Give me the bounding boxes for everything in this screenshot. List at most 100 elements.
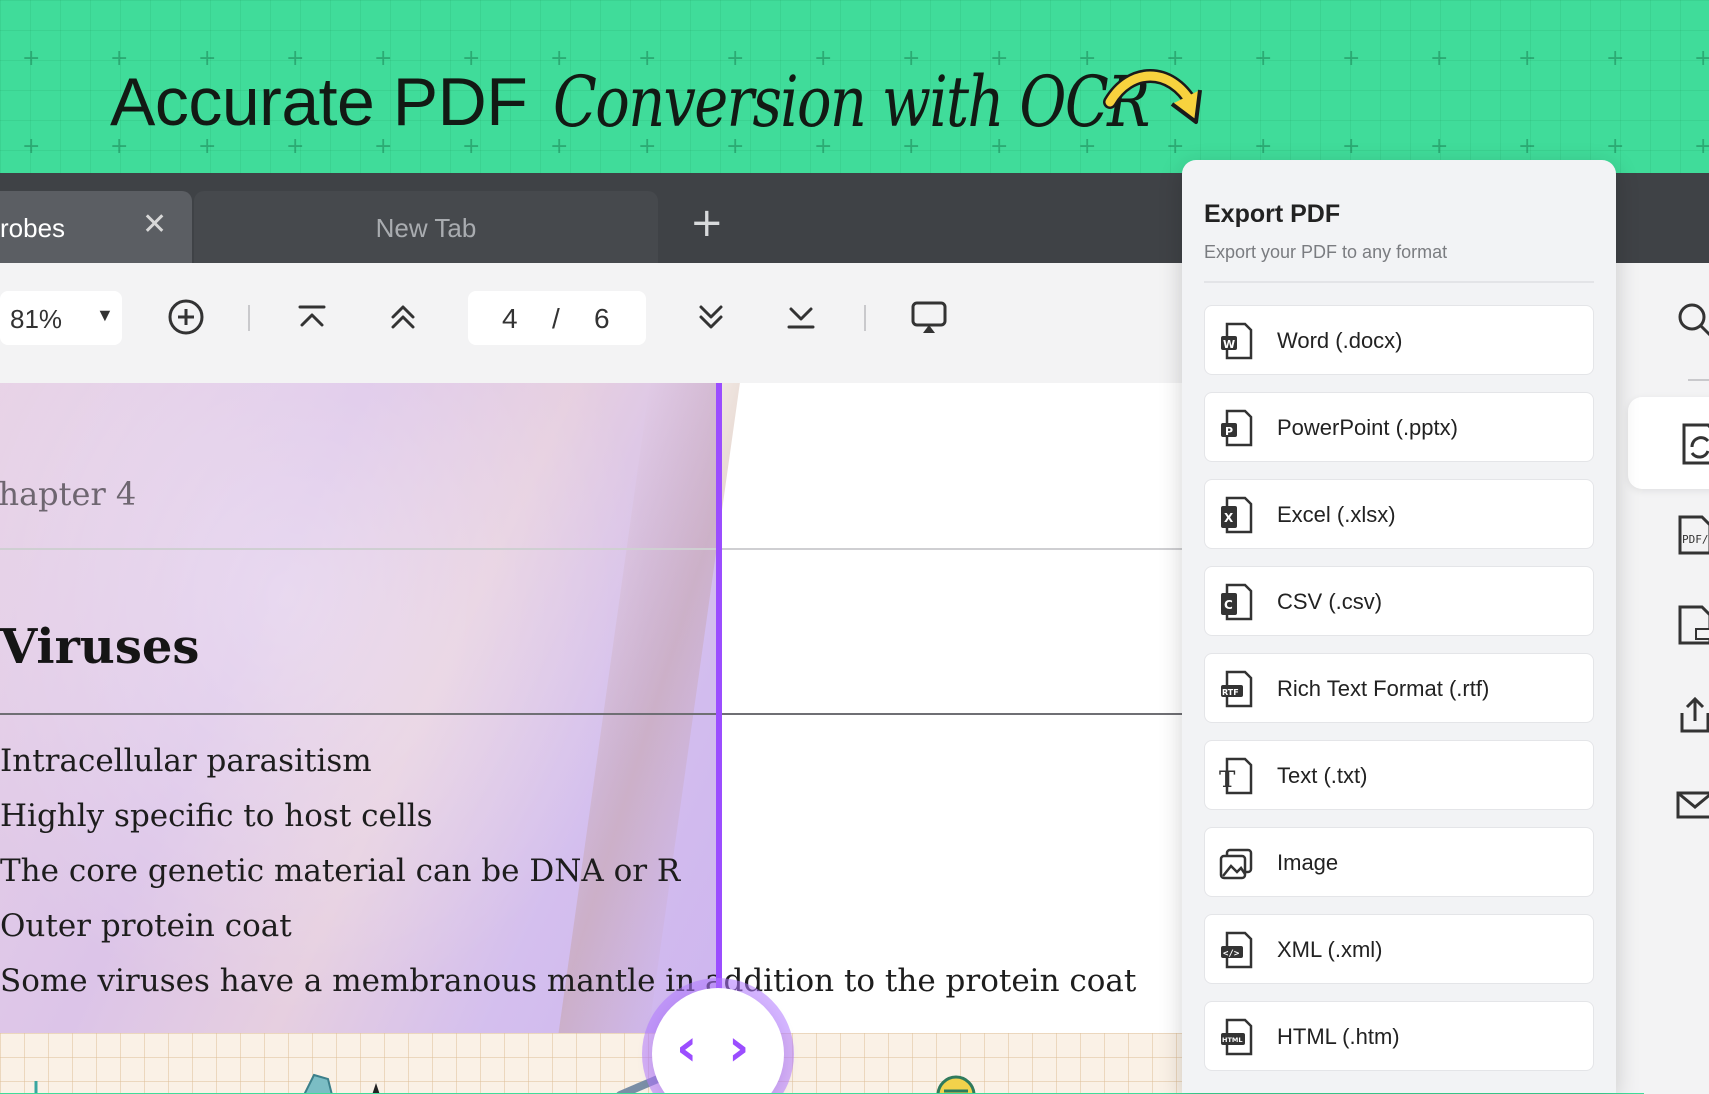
- first-page-icon[interactable]: [290, 295, 334, 339]
- export-option-label: Image: [1277, 850, 1339, 875]
- export-option-label: Text (.txt): [1277, 763, 1368, 788]
- svg-text:W: W: [1223, 338, 1235, 351]
- bullet-line: Some viruses have a membranous mantle in…: [0, 963, 1137, 999]
- add-tab-button[interactable]: +: [690, 203, 724, 243]
- grid-plus-mark: +: [1342, 46, 1361, 71]
- export-option-rtf[interactable]: RTF Rich Text Format (.rtf): [1204, 653, 1594, 723]
- headline-script: Conversion with OCR: [553, 61, 1150, 143]
- caret-down-icon: ▼: [96, 305, 114, 325]
- headline-main: Accurate PDF: [110, 64, 528, 140]
- zoom-value: 81%: [10, 304, 63, 334]
- panel-divider: [1204, 281, 1594, 283]
- pdfa-icon[interactable]: PDF/: [1674, 515, 1709, 555]
- previous-page-icon[interactable]: [381, 295, 425, 339]
- chapter-rule: [0, 548, 1200, 550]
- export-option-label: XML (.xml): [1277, 937, 1383, 962]
- xml-file-icon: </>: [1221, 931, 1253, 969]
- export-option-powerpoint[interactable]: P PowerPoint (.pptx): [1204, 392, 1594, 462]
- export-option-csv[interactable]: C CSV (.csv): [1204, 566, 1594, 636]
- svg-text:C: C: [1224, 598, 1233, 612]
- svg-text:</>: </>: [1223, 949, 1240, 959]
- sidebar-divider: [1688, 379, 1709, 381]
- grid-plus-mark: +: [1518, 134, 1537, 159]
- tab-label: New Tab: [375, 213, 477, 243]
- curved-arrow-icon: [1103, 69, 1202, 124]
- svg-text:P: P: [1225, 425, 1233, 438]
- svg-text:HTML: HTML: [1222, 1036, 1242, 1044]
- grid-plus-mark: +: [1430, 134, 1449, 159]
- grid-plus-mark: +: [1694, 134, 1709, 159]
- chevron-left-icon: ‹: [676, 1018, 698, 1078]
- toolbar-divider: [248, 305, 250, 331]
- rtf-file-icon: RTF: [1221, 670, 1253, 708]
- current-page: 4: [502, 303, 518, 334]
- viewer-toolbar: 81% ▼ 4 / 6: [0, 263, 1200, 383]
- export-option-label: CSV (.csv): [1277, 589, 1383, 614]
- document-viewer: Chapter 4 Viruses Intracellular parasiti…: [0, 383, 1200, 1093]
- last-page-icon[interactable]: [779, 295, 823, 339]
- document-title: Viruses: [0, 619, 200, 675]
- share-icon[interactable]: [1674, 695, 1709, 735]
- chapter-label: Chapter 4: [0, 475, 137, 513]
- panel-title: Export PDF: [1204, 200, 1341, 228]
- export-pdf-panel: Export PDF Export your PDF to any format…: [1182, 160, 1616, 1093]
- page-separator: /: [552, 303, 560, 334]
- illustration-strip: [0, 1033, 1200, 1093]
- search-icon[interactable]: [1674, 299, 1709, 339]
- export-option-html[interactable]: HTML HTML (.htm): [1204, 1001, 1594, 1071]
- export-option-text[interactable]: T Text (.txt): [1204, 740, 1594, 810]
- promo-banner: + + + + + + + + + + + + + + + + + + + + + + + + + + + + + + + + + + + + + + + +…: [0, 0, 1709, 175]
- bullet-line: The core genetic material can be DNA or …: [0, 853, 681, 889]
- html-file-icon: HTML: [1221, 1018, 1253, 1056]
- cell-illustration: [34, 1069, 976, 1093]
- export-option-label: Rich Text Format (.rtf): [1277, 676, 1490, 701]
- export-option-label: HTML (.htm): [1277, 1024, 1400, 1049]
- word-file-icon: W: [1221, 322, 1253, 360]
- image-file-icon: [1219, 848, 1253, 880]
- presentation-icon[interactable]: [907, 295, 951, 339]
- email-icon[interactable]: [1674, 785, 1709, 825]
- right-tool-sidebar: PDF/: [1628, 263, 1709, 1094]
- protect-icon[interactable]: [1674, 605, 1709, 645]
- export-option-label: Word (.docx): [1277, 328, 1403, 353]
- grid-plus-mark: +: [1606, 134, 1625, 159]
- csv-file-icon: C: [1221, 583, 1253, 621]
- bullet-line: Intracellular parasitism: [0, 743, 372, 779]
- grid-plus-mark: +: [1518, 46, 1537, 71]
- svg-text:T: T: [1219, 767, 1236, 793]
- svg-text:PDF/: PDF/: [1682, 533, 1709, 546]
- total-pages: 6: [594, 303, 610, 334]
- grid-plus-mark: +: [1342, 134, 1361, 159]
- text-file-icon: T: [1219, 757, 1253, 795]
- bullet-line: Highly specific to host cells: [0, 798, 433, 834]
- close-icon[interactable]: ✕: [142, 207, 167, 242]
- zoom-select[interactable]: 81% ▼: [0, 291, 122, 345]
- tab-label: robes: [0, 213, 66, 243]
- tab-new-tab[interactable]: New Tab: [194, 191, 658, 263]
- excel-file-icon: X: [1221, 496, 1253, 534]
- convert-icon[interactable]: [1678, 421, 1709, 467]
- zoom-in-icon[interactable]: [164, 295, 208, 339]
- bullet-line: Outer protein coat: [0, 908, 292, 944]
- svg-text:X: X: [1224, 511, 1234, 525]
- toolbar-divider: [864, 305, 866, 331]
- export-option-label: Excel (.xlsx): [1277, 502, 1396, 527]
- panel-subtitle: Export your PDF to any format: [1204, 242, 1448, 262]
- export-option-image[interactable]: Image: [1204, 827, 1594, 897]
- export-option-word[interactable]: W Word (.docx): [1204, 305, 1594, 375]
- grid-plus-mark: +: [1430, 46, 1449, 71]
- export-option-excel[interactable]: X Excel (.xlsx): [1204, 479, 1594, 549]
- export-option-label: PowerPoint (.pptx): [1277, 415, 1458, 440]
- chevron-right-icon: ›: [728, 1018, 750, 1078]
- tab-microbes[interactable]: robes ✕: [0, 191, 192, 263]
- powerpoint-file-icon: P: [1221, 409, 1253, 447]
- next-page-icon[interactable]: [689, 295, 733, 339]
- title-rule: [0, 713, 1200, 715]
- grid-plus-mark: +: [22, 46, 41, 71]
- page-indicator[interactable]: 4 / 6: [468, 291, 646, 345]
- grid-plus-mark: +: [1606, 46, 1625, 71]
- grid-plus-mark: +: [22, 134, 41, 159]
- compare-divider[interactable]: [716, 383, 722, 1093]
- svg-text:RTF: RTF: [1222, 688, 1239, 697]
- export-option-xml[interactable]: </> XML (.xml): [1204, 914, 1594, 984]
